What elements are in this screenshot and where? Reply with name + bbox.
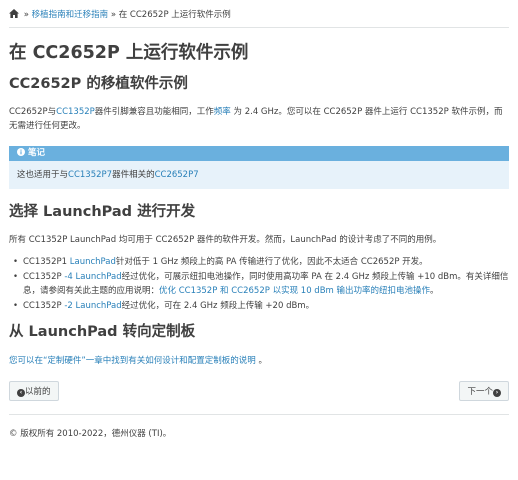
page: » 移植指南和迁移指南 » 在 CC2652P 上运行软件示例 在 CC2652… bbox=[0, 0, 518, 439]
note-title-text: 笔记 bbox=[28, 148, 46, 158]
arrow-circle-right-icon: › bbox=[493, 389, 501, 397]
text: 。 bbox=[430, 286, 439, 296]
copyright-footer: © 版权所有 2010-2022，德州仪器 (TI)。 bbox=[9, 429, 172, 439]
text: 这也适用于与 bbox=[17, 170, 69, 180]
previous-label: 以前的 bbox=[25, 387, 51, 397]
header-divider bbox=[9, 27, 509, 28]
text: CC1352P bbox=[23, 272, 65, 282]
text: CC2652P与 bbox=[9, 107, 57, 117]
launchpad-link[interactable]: LaunchPad bbox=[70, 257, 116, 267]
section-porting-paragraph: CC2652P与CC1352P器件引脚兼容且功能相同，工作频率 为 2.4 GH… bbox=[9, 105, 509, 133]
next-label: 下一个 bbox=[467, 387, 493, 397]
app-note-link[interactable]: 优化 CC1352P 和 CC2652P 以实现 10 dBm 输出功率的纽扣电… bbox=[159, 286, 430, 296]
text: 经过优化，可在 2.4 GHz 频段上传输 +20 dBm。 bbox=[121, 301, 315, 311]
pagination-nav: ‹ 以前的 下一个 › bbox=[9, 381, 509, 403]
list-item: CC1352P1 LaunchPad针对低于 1 GHz 频段上的高 PA 传输… bbox=[13, 255, 509, 269]
text: 。 bbox=[255, 356, 268, 366]
frequency-link[interactable]: 频率 bbox=[214, 107, 231, 117]
cc1352p-link[interactable]: CC1352P bbox=[56, 107, 95, 117]
custom-hardware-link[interactable]: 您可以在“定制硬件”一章中找到有关如何设计和配置定制板的说明 bbox=[9, 356, 256, 366]
launchpad-list: CC1352P1 LaunchPad针对低于 1 GHz 频段上的高 PA 传输… bbox=[9, 255, 509, 313]
section-custom-board-paragraph: 您可以在“定制硬件”一章中找到有关如何设计和配置定制板的说明 。 bbox=[9, 354, 509, 368]
breadcrumb-separator: » bbox=[108, 10, 119, 20]
note-box: 笔记 这也适用于与CC1352P7器件相关的CC2652P7 bbox=[9, 146, 509, 189]
breadcrumb: » 移植指南和迁移指南 » 在 CC2652P 上运行软件示例 bbox=[9, 9, 509, 27]
breadcrumb-current: 在 CC2652P 上运行软件示例 bbox=[118, 10, 231, 20]
section-launchpad-intro: 所有 CC1352P LaunchPad 均可用于 CC2652P 器件的软件开… bbox=[9, 235, 442, 245]
previous-button[interactable]: ‹ 以前的 bbox=[9, 381, 59, 401]
cc2652p7-link[interactable]: CC2652P7 bbox=[155, 170, 199, 180]
text: CC1352P bbox=[23, 301, 65, 311]
launchpad-4-link[interactable]: -4 LaunchPad bbox=[64, 272, 121, 282]
next-button[interactable]: 下一个 › bbox=[459, 381, 509, 401]
list-item: CC1352P -4 LaunchPad经过优化，可展示纽扣电池操作，同时使用高… bbox=[13, 270, 509, 298]
text: 器件相关的 bbox=[112, 170, 155, 180]
info-circle-icon bbox=[17, 147, 25, 161]
text: 器件引脚兼容且功能相同，工作 bbox=[94, 107, 214, 117]
text: 针对低于 1 GHz 频段上的高 PA 传输进行了优化，因此不太适合 CC265… bbox=[115, 257, 428, 267]
home-icon[interactable] bbox=[9, 9, 19, 23]
cc1352p7-link[interactable]: CC1352P7 bbox=[68, 170, 112, 180]
section-heading-porting: CC2652P 的移植软件示例 bbox=[9, 76, 188, 92]
footer-divider bbox=[9, 414, 509, 415]
list-item: CC1352P -2 LaunchPad经过优化，可在 2.4 GHz 频段上传… bbox=[13, 299, 509, 313]
breadcrumb-link-porting-guide[interactable]: 移植指南和迁移指南 bbox=[32, 10, 109, 20]
note-title: 笔记 bbox=[9, 146, 509, 161]
note-body: 这也适用于与CC1352P7器件相关的CC2652P7 bbox=[9, 161, 509, 189]
breadcrumb-separator: » bbox=[21, 10, 32, 20]
launchpad-2-link[interactable]: -2 LaunchPad bbox=[64, 301, 121, 311]
text: CC1352P1 bbox=[23, 257, 70, 267]
section-heading-custom-board: 从 LaunchPad 转向定制板 bbox=[9, 324, 196, 340]
arrow-circle-left-icon: ‹ bbox=[17, 389, 25, 397]
page-title: 在 CC2652P 上运行软件示例 bbox=[9, 43, 249, 63]
section-heading-launchpad: 选择 LaunchPad 进行开发 bbox=[9, 204, 196, 220]
